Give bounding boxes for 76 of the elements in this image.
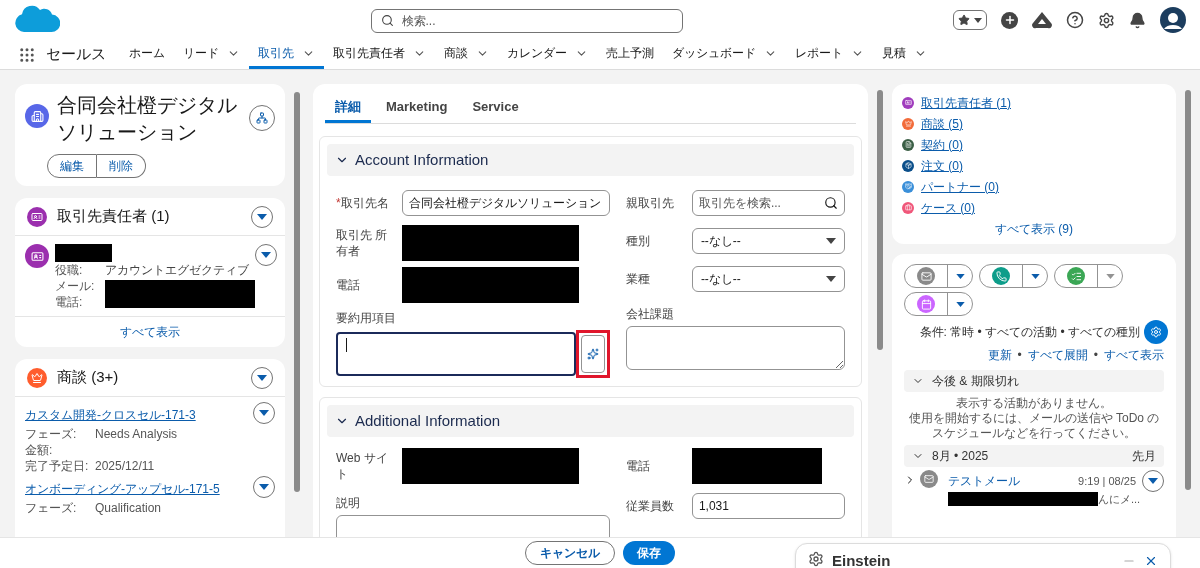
empty-message: 表示する活動がありません。: [956, 396, 1112, 411]
activity-snippet: んにメ...: [1098, 492, 1141, 506]
field-value: アカウントエグゼクティブ: [105, 262, 249, 278]
search-field[interactable]: 検索...: [370, 8, 683, 33]
view-all-link[interactable]: すべて表示: [120, 323, 180, 341]
field-label: 完了予定日:: [25, 458, 90, 474]
cancel-button[interactable]: キャンセル: [525, 541, 615, 565]
select-field[interactable]: --なし--: [691, 266, 845, 292]
field-label: 説明: [336, 495, 361, 511]
activity-link[interactable]: すべて表示: [1104, 346, 1164, 364]
card-title: 取引先責任者 (1): [57, 206, 171, 227]
activity-time: 9:19 | 08/25: [1078, 473, 1136, 489]
field-label: メール:: [55, 278, 96, 294]
timeline-group-header[interactable]: 8月 • 2025 先月: [904, 445, 1164, 467]
nav-tab[interactable]: カレンダー: [498, 40, 597, 69]
app-name: セールス: [46, 44, 106, 65]
field-label: 役職:: [55, 262, 84, 278]
opportunity-link[interactable]: カスタム開発-クロスセル-171-3: [25, 408, 196, 422]
nav-tab[interactable]: リード: [174, 40, 249, 69]
section-header[interactable]: Additional Information: [327, 405, 854, 437]
input-field[interactable]: 合同会社橙デジタルソリューション: [402, 190, 610, 216]
timeline-group-header[interactable]: 今後 & 期限切れ: [904, 370, 1164, 392]
field-value: 2025/12/11: [95, 458, 156, 474]
related-list-link[interactable]: 商談 (5): [921, 114, 963, 133]
field-value: Needs Analysis: [95, 426, 179, 442]
filter-summary: 条件: 常時 • すべての活動 • すべての種別: [919, 324, 1140, 341]
nav-tab[interactable]: 取引先: [249, 40, 324, 69]
field-label: 親取引先: [625, 195, 675, 211]
separator-dot: •: [1017, 347, 1022, 364]
record-title: 合同会社橙デジタルソリューション: [57, 93, 238, 145]
nav-tab[interactable]: ホーム: [120, 40, 174, 69]
action-button[interactable]: 削除: [97, 154, 146, 178]
activity-link[interactable]: 更新: [987, 346, 1012, 364]
opportunity-link[interactable]: オンボーディング-アップセル-171-5: [25, 482, 220, 496]
field-label: 従業員数: [625, 498, 675, 514]
field-label: 会社課題: [625, 306, 675, 322]
field-label: フェーズ:: [25, 500, 78, 516]
field-label: *取引先名: [336, 195, 390, 211]
detail-tab[interactable]: Marketing: [376, 94, 458, 123]
field-label: フェーズ:: [25, 426, 78, 442]
field-value: Qualification: [95, 500, 163, 516]
action-button[interactable]: 編集: [47, 154, 97, 178]
related-list-link[interactable]: ケース (0): [921, 198, 975, 217]
field-label: 種別: [625, 233, 651, 249]
panel-title: Einstein: [832, 551, 892, 568]
field-label: 業種: [625, 271, 651, 287]
nav-tab[interactable]: 取引先責任者: [324, 40, 435, 69]
field-label: 取引先 所有者: [336, 227, 389, 259]
field-label: Web サイト: [336, 450, 389, 482]
field-label: 要約用項目: [336, 310, 397, 326]
activity-link[interactable]: すべて展開: [1027, 346, 1088, 364]
nav-tab[interactable]: 商談: [435, 40, 498, 69]
nav-tab[interactable]: 売上予測: [597, 40, 663, 69]
nav-tab[interactable]: レポート: [786, 40, 873, 69]
card-title: 商談 (3+): [57, 367, 120, 388]
save-button[interactable]: 保存: [623, 541, 675, 565]
related-list-link[interactable]: パートナー (0): [921, 177, 999, 196]
section-header[interactable]: Account Information: [327, 144, 854, 176]
nav-tab[interactable]: 見積: [873, 40, 936, 69]
empty-message: 使用を開始するには、メールの送信や ToDo のスケジュールなどを行ってください。: [907, 411, 1161, 441]
related-list-link[interactable]: 契約 (0): [921, 135, 963, 154]
field-label: 電話:: [55, 294, 84, 310]
input-field[interactable]: 1,031: [691, 493, 845, 519]
detail-tab[interactable]: 詳細: [325, 94, 371, 123]
lookup-field[interactable]: 取引先を検索...: [691, 190, 845, 216]
nav-tab[interactable]: ダッシュボード: [663, 40, 786, 69]
field-label: 電話: [336, 277, 361, 293]
activity-subject-link[interactable]: テストメール: [948, 472, 1079, 490]
view-all-link[interactable]: すべて表示 (9): [995, 220, 1073, 238]
field-label: 電話: [625, 458, 651, 474]
select-field[interactable]: --なし--: [691, 228, 845, 254]
field-label: 金額:: [25, 442, 54, 458]
related-list-link[interactable]: 取引先責任者 (1): [921, 93, 1011, 112]
separator-dot: •: [1093, 347, 1098, 364]
related-list-link[interactable]: 注文 (0): [921, 156, 963, 175]
detail-tab[interactable]: Service: [462, 94, 529, 123]
